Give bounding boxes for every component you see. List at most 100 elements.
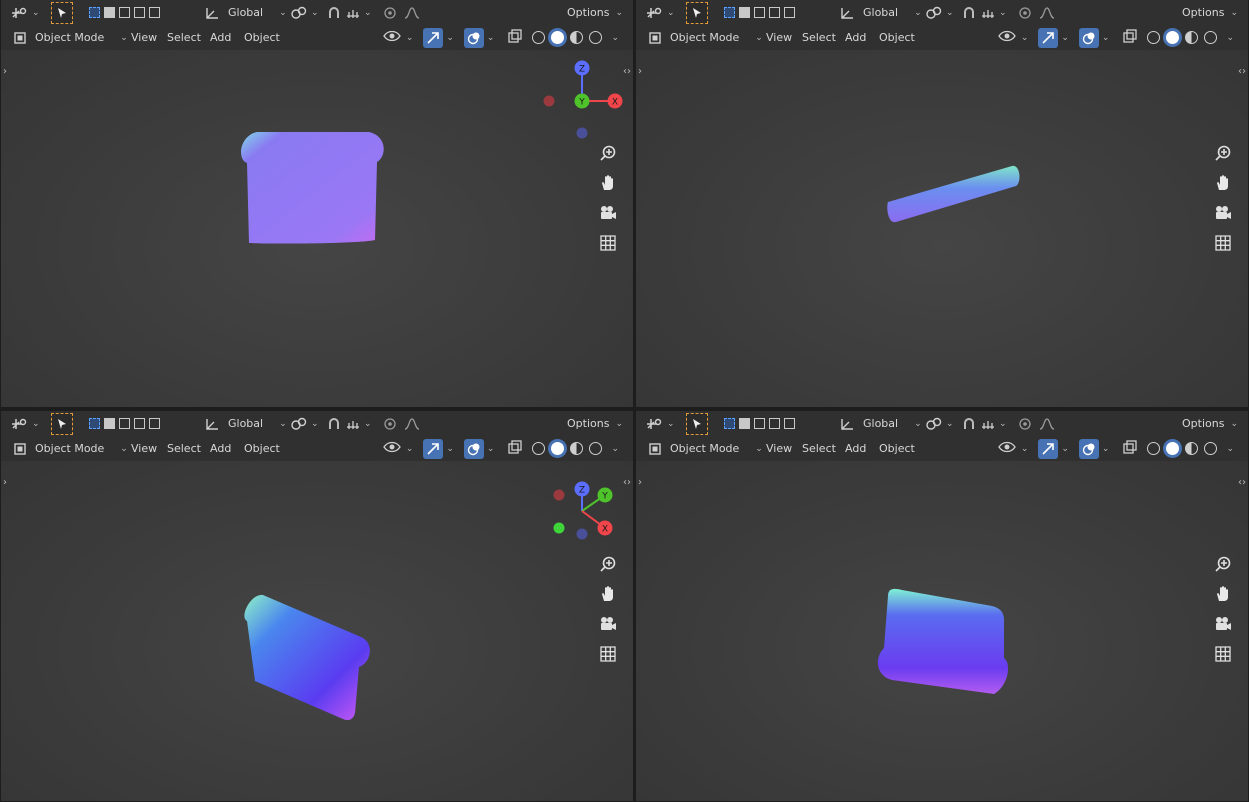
select-invert-icon[interactable] (134, 7, 145, 18)
selection-mode-group[interactable] (724, 411, 799, 436)
solid-shading-icon[interactable] (1166, 31, 1180, 44)
gizmo-icon[interactable] (423, 438, 444, 459)
zoom-icon[interactable] (597, 555, 619, 577)
toast-mesh[interactable] (237, 128, 389, 248)
selection-mode-group[interactable] (724, 0, 799, 25)
toolbar-toggle-icon[interactable]: › (3, 66, 7, 77)
gizmo-icon[interactable] (1038, 438, 1059, 459)
object-mode-dropdown[interactable]: Object Mode ⌄ (13, 436, 128, 461)
menu-add[interactable]: Add (845, 436, 866, 461)
snap-toggle[interactable]: ⌄ (962, 0, 1007, 25)
neg-z-handle[interactable] (576, 528, 588, 540)
select-subtract-icon[interactable] (754, 418, 765, 429)
snap-toggle[interactable]: ⌄ (962, 411, 1007, 436)
object-mode-dropdown[interactable]: Object Mode ⌄ (648, 436, 763, 461)
menu-view[interactable]: View (131, 436, 157, 461)
editor-type-button[interactable]: ⌄ (646, 411, 675, 436)
viewport-top-left[interactable]: ⌄ Global ⌄ ⌄ ⌄ Options ⌄ Object Mode ⌄ V… (1, 0, 633, 407)
transform-orientation-dropdown[interactable]: Global ⌄ (204, 0, 287, 25)
toolbar-toggle-icon[interactable]: › (3, 477, 7, 488)
select-subtract-icon[interactable] (754, 7, 765, 18)
menu-select[interactable]: Select (802, 436, 836, 461)
gizmo-icon[interactable] (1038, 27, 1059, 48)
neg-z-handle[interactable] (576, 127, 588, 139)
xray-icon[interactable] (508, 29, 523, 46)
neg-x-handle[interactable] (543, 95, 555, 107)
xray-icon[interactable] (508, 440, 523, 457)
select-new-icon[interactable] (89, 7, 100, 18)
select-new-icon[interactable] (724, 418, 735, 429)
pivot-dropdown[interactable]: ⌄ (925, 0, 954, 25)
menu-object[interactable]: Object (879, 436, 915, 461)
solid-shading-icon[interactable] (551, 442, 565, 455)
overlay-icon[interactable] (463, 27, 484, 48)
pivot-dropdown[interactable]: ⌄ (290, 411, 319, 436)
select-new-icon[interactable] (89, 418, 100, 429)
xray-icon[interactable] (1123, 29, 1138, 46)
zoom-icon[interactable] (1212, 144, 1234, 166)
options-dropdown[interactable]: Options ⌄ (567, 0, 623, 25)
selection-mode-group[interactable] (89, 0, 164, 25)
snap-toggle[interactable]: ⌄ (327, 0, 372, 25)
wireframe-shading-icon[interactable] (1147, 31, 1161, 44)
toast-mesh[interactable] (237, 591, 377, 723)
camera-icon[interactable] (597, 204, 619, 226)
viewport-bottom-left[interactable]: ⌄ Global ⌄ ⌄ ⌄ Options ⌄ Object Mode ⌄ V… (1, 411, 633, 801)
object-mode-dropdown[interactable]: Object Mode ⌄ (13, 25, 128, 50)
rendered-shading-icon[interactable] (1204, 31, 1218, 44)
camera-icon[interactable] (1212, 615, 1234, 637)
visibility-icon[interactable] (998, 440, 1016, 457)
select-subtract-icon[interactable] (119, 7, 130, 18)
menu-view[interactable]: View (131, 25, 157, 50)
menu-add[interactable]: Add (210, 25, 231, 50)
navigation-gizmo[interactable]: Z X Y (531, 52, 633, 142)
pivot-dropdown[interactable]: ⌄ (925, 411, 954, 436)
select-intersect-icon[interactable] (784, 418, 795, 429)
object-mode-dropdown[interactable]: Object Mode ⌄ (648, 25, 763, 50)
editor-type-button[interactable]: ⌄ (11, 411, 40, 436)
material-shading-icon[interactable] (1185, 442, 1199, 455)
options-dropdown[interactable]: Options ⌄ (1182, 411, 1238, 436)
editor-type-button[interactable]: ⌄ (646, 0, 675, 25)
navigation-gizmo[interactable]: XY (1136, 463, 1246, 553)
pivot-dropdown[interactable]: ⌄ (290, 0, 319, 25)
neg-y-handle[interactable] (553, 522, 565, 534)
toast-mesh[interactable] (886, 160, 1026, 230)
visibility-icon[interactable] (383, 440, 401, 457)
rendered-shading-icon[interactable] (589, 31, 603, 44)
material-shading-icon[interactable] (570, 442, 584, 455)
zoom-icon[interactable] (597, 144, 619, 166)
transform-orientation-dropdown[interactable]: Global ⌄ (839, 411, 922, 436)
solid-shading-icon[interactable] (1166, 442, 1180, 455)
select-intersect-icon[interactable] (149, 418, 160, 429)
grid-icon[interactable] (597, 234, 619, 256)
select-tool-button[interactable] (686, 411, 708, 436)
select-subtract-icon[interactable] (119, 418, 130, 429)
select-extend-icon[interactable] (104, 418, 115, 429)
toolbar-toggle-icon[interactable]: › (638, 477, 642, 488)
visibility-icon[interactable] (383, 29, 401, 46)
navigation-gizmo[interactable]: Z Y X (531, 463, 633, 553)
pan-hand-icon[interactable] (1212, 585, 1234, 607)
select-tool-button[interactable] (686, 0, 708, 25)
select-extend-icon[interactable] (739, 418, 750, 429)
transform-orientation-dropdown[interactable]: Global ⌄ (839, 0, 922, 25)
select-invert-icon[interactable] (769, 7, 780, 18)
select-intersect-icon[interactable] (784, 7, 795, 18)
rendered-shading-icon[interactable] (1204, 442, 1218, 455)
menu-object[interactable]: Object (244, 25, 280, 50)
camera-icon[interactable] (1212, 204, 1234, 226)
menu-add[interactable]: Add (845, 25, 866, 50)
menu-object[interactable]: Object (879, 25, 915, 50)
solid-shading-icon[interactable] (551, 31, 565, 44)
editor-type-button[interactable]: ⌄ (11, 0, 40, 25)
select-extend-icon[interactable] (104, 7, 115, 18)
material-shading-icon[interactable] (570, 31, 584, 44)
menu-object[interactable]: Object (244, 436, 280, 461)
neg-x-handle[interactable] (553, 489, 565, 501)
grid-icon[interactable] (1212, 645, 1234, 667)
visibility-icon[interactable] (998, 29, 1016, 46)
proportional-edit-toggle[interactable] (383, 411, 421, 436)
proportional-edit-toggle[interactable] (1018, 0, 1056, 25)
select-tool-button[interactable] (51, 0, 73, 25)
